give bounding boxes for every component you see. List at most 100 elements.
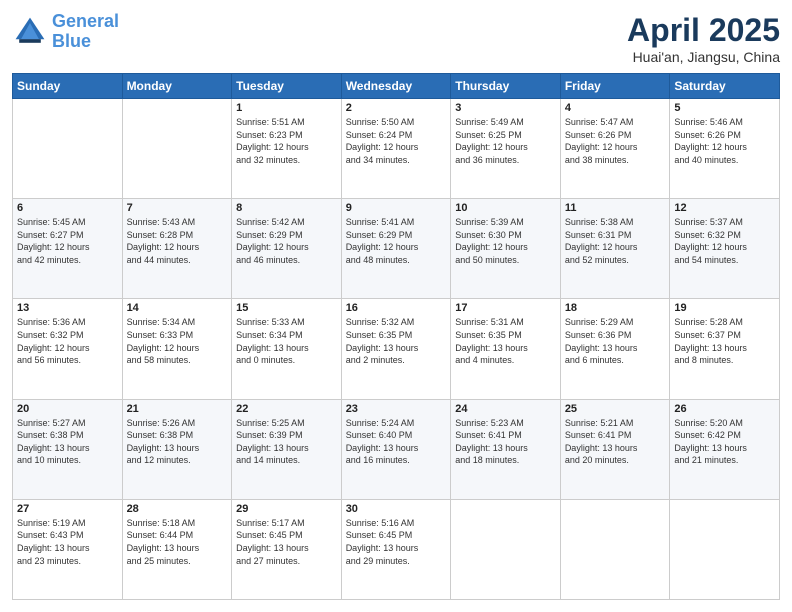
calendar-cell-w1-d2	[122, 99, 232, 199]
day-info: Sunrise: 5:49 AM Sunset: 6:25 PM Dayligh…	[455, 116, 556, 166]
header-friday: Friday	[560, 74, 670, 99]
day-number: 23	[346, 403, 447, 415]
calendar-cell-w5-d6	[560, 499, 670, 599]
calendar-cell-w4-d6: 25Sunrise: 5:21 AM Sunset: 6:41 PM Dayli…	[560, 399, 670, 499]
week-row-3: 13 Sunrise: 5:36 AM Sunset: 6:32 PM Dayli…	[13, 299, 780, 399]
day-info: Sunrise: 5:37 AM Sunset: 6:32 PM Dayligh…	[674, 216, 775, 266]
logo-icon	[12, 14, 48, 50]
calendar-cell-w4-d2: 21 Sunrise: 5:26 AM Sunset: 6:38 PM Dayli…	[122, 399, 232, 499]
day-number: 5	[674, 102, 775, 114]
day-info: Sunrise: 5:50 AM Sunset: 6:24 PM Dayligh…	[346, 116, 447, 166]
calendar-cell-w3-d4: 16Sunrise: 5:32 AM Sunset: 6:35 PM Dayli…	[341, 299, 451, 399]
calendar-cell-w3-d3: 15 Sunrise: 5:33 AM Sunset: 6:34 PM Dayli…	[232, 299, 342, 399]
calendar-title: April 2025	[627, 12, 780, 49]
day-number: 12	[674, 202, 775, 214]
day-info: Sunrise: 5:17 AM Sunset: 6:45 PM Dayligh…	[236, 517, 337, 567]
calendar-cell-w4-d5: 24 Sunrise: 5:23 AM Sunset: 6:41 PM Dayli…	[451, 399, 561, 499]
day-info: Sunrise: 5:28 AM Sunset: 6:37 PM Dayligh…	[674, 316, 775, 366]
day-number: 13	[17, 302, 118, 314]
day-number: 4	[565, 102, 666, 114]
calendar-cell-w2-d6: 11 Sunrise: 5:38 AM Sunset: 6:31 PM Dayli…	[560, 199, 670, 299]
header-saturday: Saturday	[670, 74, 780, 99]
calendar-cell-w1-d4: 2 Sunrise: 5:50 AM Sunset: 6:24 PM Daylig…	[341, 99, 451, 199]
day-number: 20	[17, 403, 118, 415]
day-info: Sunrise: 5:21 AM Sunset: 6:41 PM Dayligh…	[565, 417, 666, 467]
day-info: Sunrise: 5:23 AM Sunset: 6:41 PM Dayligh…	[455, 417, 556, 467]
weekday-header-row: Sunday Monday Tuesday Wednesday Thursday…	[13, 74, 780, 99]
day-info: Sunrise: 5:47 AM Sunset: 6:26 PM Dayligh…	[565, 116, 666, 166]
day-info: Sunrise: 5:20 AM Sunset: 6:42 PM Dayligh…	[674, 417, 775, 467]
week-row-2: 6Sunrise: 5:45 AM Sunset: 6:27 PM Daylig…	[13, 199, 780, 299]
day-info: Sunrise: 5:43 AM Sunset: 6:28 PM Dayligh…	[127, 216, 228, 266]
day-info: Sunrise: 5:36 AM Sunset: 6:32 PM Dayligh…	[17, 316, 118, 366]
day-number: 8	[236, 202, 337, 214]
day-info: Sunrise: 5:38 AM Sunset: 6:31 PM Dayligh…	[565, 216, 666, 266]
calendar-cell-w3-d5: 17 Sunrise: 5:31 AM Sunset: 6:35 PM Dayli…	[451, 299, 561, 399]
day-number: 15	[236, 302, 337, 314]
day-number: 17	[455, 302, 556, 314]
day-info: Sunrise: 5:51 AM Sunset: 6:23 PM Dayligh…	[236, 116, 337, 166]
calendar-cell-w2-d1: 6Sunrise: 5:45 AM Sunset: 6:27 PM Daylig…	[13, 199, 123, 299]
day-info: Sunrise: 5:34 AM Sunset: 6:33 PM Dayligh…	[127, 316, 228, 366]
calendar-cell-w1-d3: 1 Sunrise: 5:51 AM Sunset: 6:23 PM Daylig…	[232, 99, 342, 199]
calendar-cell-w3-d7: 19 Sunrise: 5:28 AM Sunset: 6:37 PM Dayli…	[670, 299, 780, 399]
day-number: 21	[127, 403, 228, 415]
day-info: Sunrise: 5:24 AM Sunset: 6:40 PM Dayligh…	[346, 417, 447, 467]
calendar-cell-w2-d7: 12 Sunrise: 5:37 AM Sunset: 6:32 PM Dayli…	[670, 199, 780, 299]
page: General Blue April 2025 Huai'an, Jiangsu…	[0, 0, 792, 612]
header-sunday: Sunday	[13, 74, 123, 99]
day-number: 3	[455, 102, 556, 114]
day-info: Sunrise: 5:33 AM Sunset: 6:34 PM Dayligh…	[236, 316, 337, 366]
header-tuesday: Tuesday	[232, 74, 342, 99]
calendar-cell-w4-d4: 23 Sunrise: 5:24 AM Sunset: 6:40 PM Dayli…	[341, 399, 451, 499]
header: General Blue April 2025 Huai'an, Jiangsu…	[12, 12, 780, 65]
calendar-subtitle: Huai'an, Jiangsu, China	[627, 49, 780, 65]
day-info: Sunrise: 5:26 AM Sunset: 6:38 PM Dayligh…	[127, 417, 228, 467]
calendar-cell-w3-d1: 13 Sunrise: 5:36 AM Sunset: 6:32 PM Dayli…	[13, 299, 123, 399]
day-number: 7	[127, 202, 228, 214]
logo-general: General	[52, 11, 119, 31]
calendar-cell-w5-d2: 28Sunrise: 5:18 AM Sunset: 6:44 PM Dayli…	[122, 499, 232, 599]
day-number: 14	[127, 302, 228, 314]
calendar-cell-w2-d4: 9 Sunrise: 5:41 AM Sunset: 6:29 PM Daylig…	[341, 199, 451, 299]
day-number: 2	[346, 102, 447, 114]
day-number: 27	[17, 503, 118, 515]
calendar-cell-w1-d7: 5 Sunrise: 5:46 AM Sunset: 6:26 PM Daylig…	[670, 99, 780, 199]
logo: General Blue	[12, 12, 119, 52]
calendar-cell-w3-d2: 14 Sunrise: 5:34 AM Sunset: 6:33 PM Dayli…	[122, 299, 232, 399]
header-wednesday: Wednesday	[341, 74, 451, 99]
calendar-cell-w1-d5: 3 Sunrise: 5:49 AM Sunset: 6:25 PM Daylig…	[451, 99, 561, 199]
day-info: Sunrise: 5:46 AM Sunset: 6:26 PM Dayligh…	[674, 116, 775, 166]
day-number: 11	[565, 202, 666, 214]
day-info: Sunrise: 5:31 AM Sunset: 6:35 PM Dayligh…	[455, 316, 556, 366]
header-monday: Monday	[122, 74, 232, 99]
day-number: 30	[346, 503, 447, 515]
day-number: 9	[346, 202, 447, 214]
day-info: Sunrise: 5:27 AM Sunset: 6:38 PM Dayligh…	[17, 417, 118, 467]
calendar-cell-w5-d5	[451, 499, 561, 599]
calendar-cell-w4-d7: 26Sunrise: 5:20 AM Sunset: 6:42 PM Dayli…	[670, 399, 780, 499]
calendar-cell-w4-d1: 20 Sunrise: 5:27 AM Sunset: 6:38 PM Dayli…	[13, 399, 123, 499]
calendar-cell-w2-d2: 7 Sunrise: 5:43 AM Sunset: 6:28 PM Daylig…	[122, 199, 232, 299]
calendar-cell-w1-d1	[13, 99, 123, 199]
day-number: 19	[674, 302, 775, 314]
week-row-4: 20 Sunrise: 5:27 AM Sunset: 6:38 PM Dayli…	[13, 399, 780, 499]
logo-text: General Blue	[52, 12, 119, 52]
day-info: Sunrise: 5:29 AM Sunset: 6:36 PM Dayligh…	[565, 316, 666, 366]
calendar-cell-w1-d6: 4 Sunrise: 5:47 AM Sunset: 6:26 PM Daylig…	[560, 99, 670, 199]
header-thursday: Thursday	[451, 74, 561, 99]
week-row-1: 1 Sunrise: 5:51 AM Sunset: 6:23 PM Daylig…	[13, 99, 780, 199]
day-number: 22	[236, 403, 337, 415]
day-info: Sunrise: 5:19 AM Sunset: 6:43 PM Dayligh…	[17, 517, 118, 567]
logo-blue: Blue	[52, 31, 91, 51]
day-info: Sunrise: 5:41 AM Sunset: 6:29 PM Dayligh…	[346, 216, 447, 266]
day-info: Sunrise: 5:32 AM Sunset: 6:35 PM Dayligh…	[346, 316, 447, 366]
day-number: 24	[455, 403, 556, 415]
day-info: Sunrise: 5:18 AM Sunset: 6:44 PM Dayligh…	[127, 517, 228, 567]
day-number: 10	[455, 202, 556, 214]
day-info: Sunrise: 5:42 AM Sunset: 6:29 PM Dayligh…	[236, 216, 337, 266]
day-number: 1	[236, 102, 337, 114]
week-row-5: 27 Sunrise: 5:19 AM Sunset: 6:43 PM Dayli…	[13, 499, 780, 599]
calendar-cell-w2-d5: 10Sunrise: 5:39 AM Sunset: 6:30 PM Dayli…	[451, 199, 561, 299]
calendar-cell-w5-d7	[670, 499, 780, 599]
